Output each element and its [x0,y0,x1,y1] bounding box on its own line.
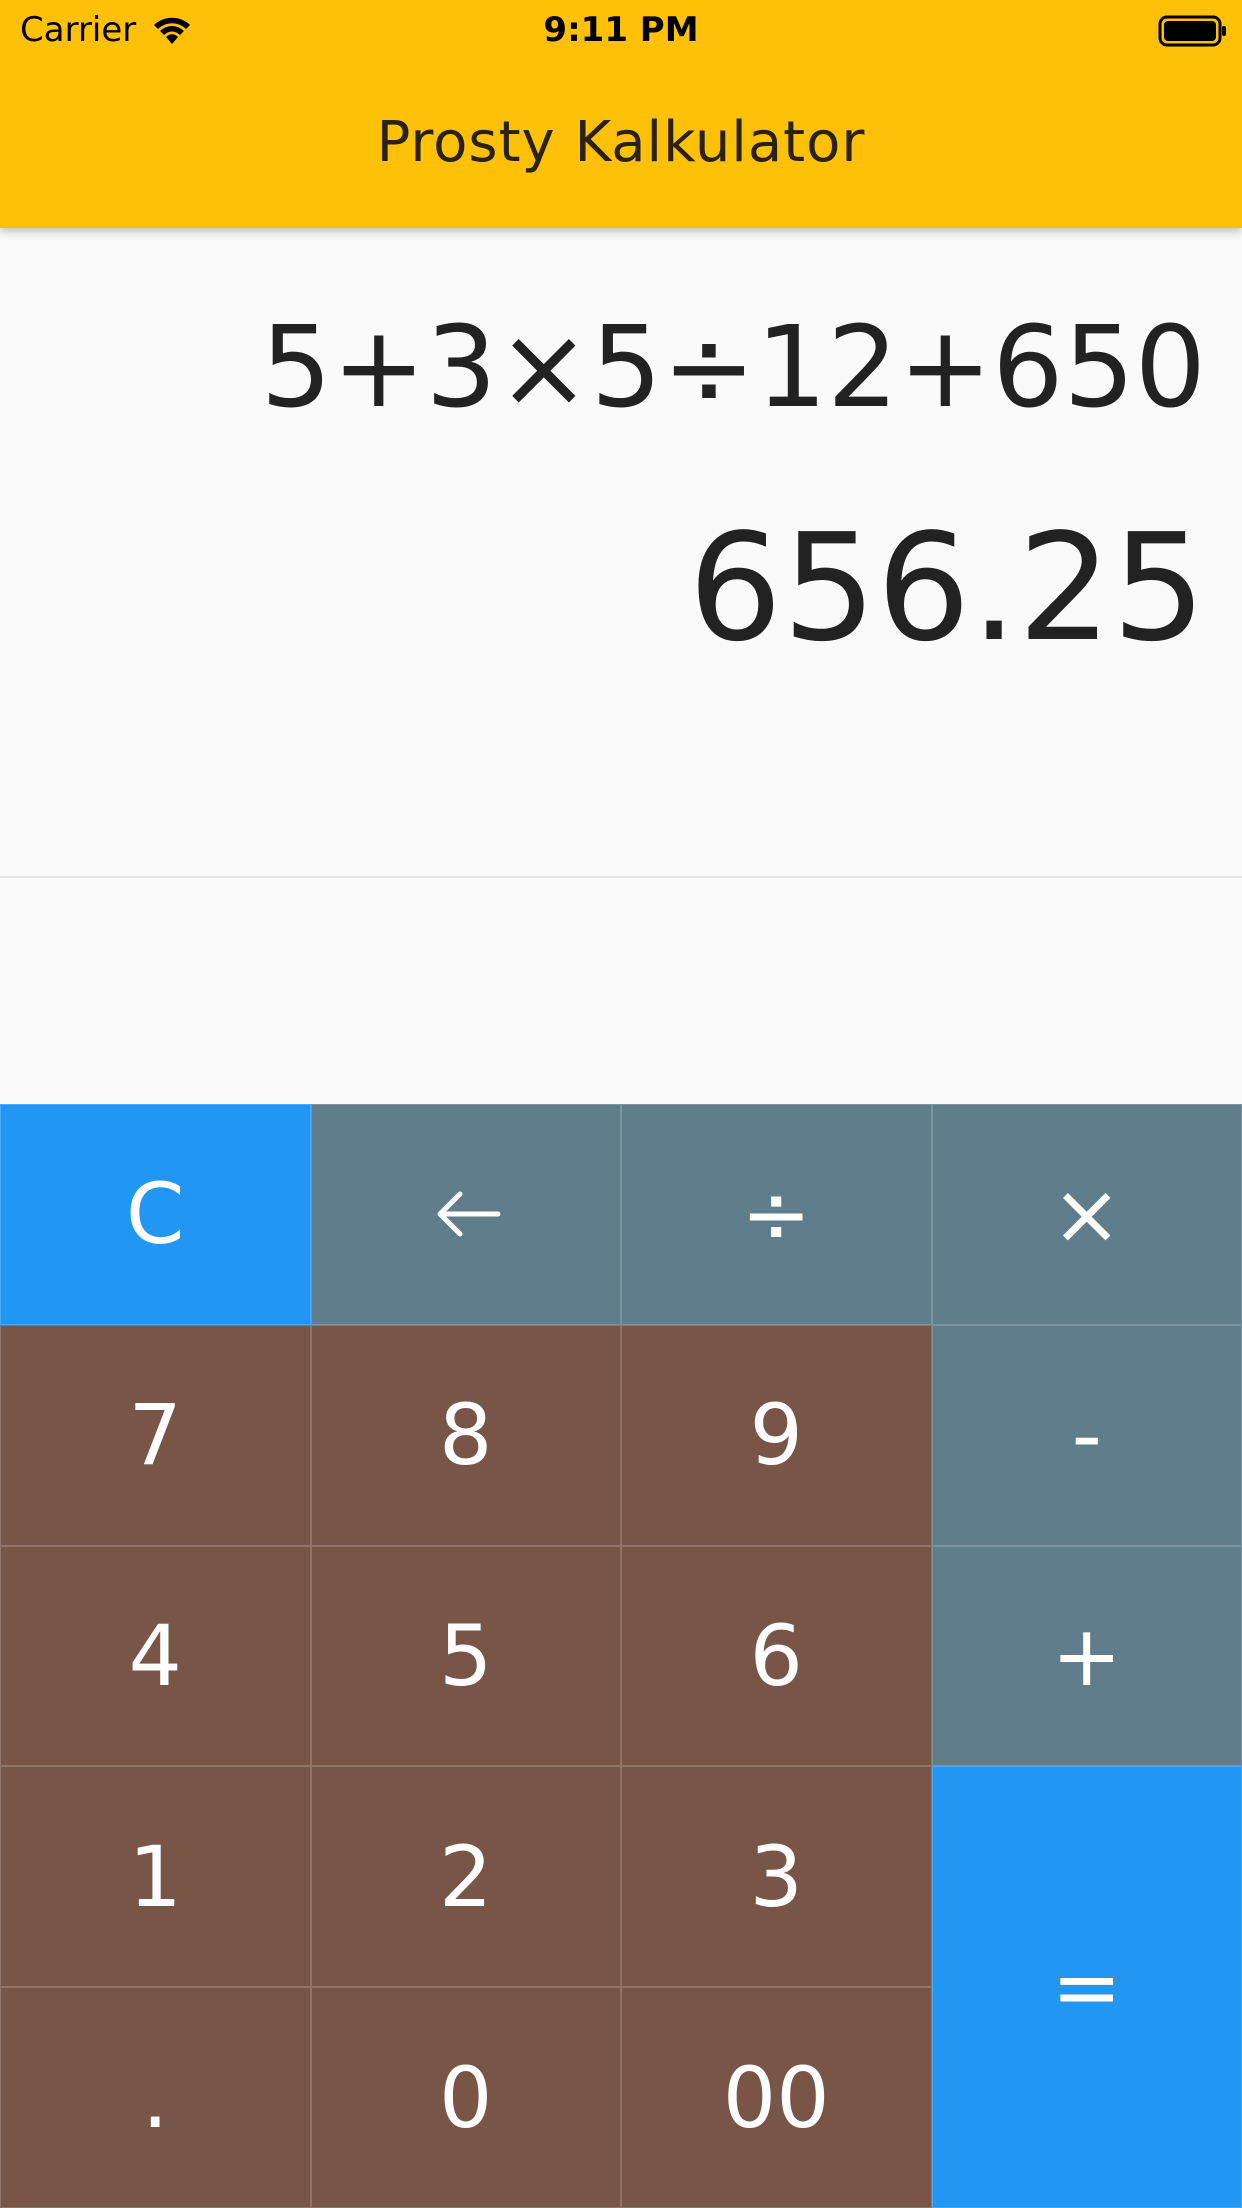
multiply-label: × [1051,1165,1122,1264]
decimal-button[interactable]: . [0,1987,311,2208]
digit-9-button[interactable]: 9 [621,1324,932,1546]
clear-button[interactable]: C [0,1104,311,1325]
digit-6-label: 6 [749,1606,803,1705]
digit-7-button[interactable]: 7 [0,1324,311,1546]
multiply-button[interactable]: × [931,1104,1242,1325]
double-zero-label: 00 [722,2048,830,2147]
divide-button[interactable]: ÷ [621,1104,932,1325]
divide-label: ÷ [741,1165,812,1264]
plus-button[interactable]: + [931,1545,1242,1767]
backspace-button[interactable] [310,1104,621,1325]
digit-4-label: 4 [128,1606,182,1705]
digit-6-button[interactable]: 6 [621,1545,932,1767]
digit-8-label: 8 [439,1386,493,1485]
digit-2-label: 2 [439,1827,493,1926]
display-spacer [0,878,1242,1104]
equals-button[interactable]: = [931,1766,1242,2208]
calculator-display: 5+3×5÷12+650 656.25 [0,228,1242,878]
digit-9-label: 9 [749,1386,803,1485]
battery-icon [1158,15,1226,47]
app-bar: Carrier 9:11 PM Prosty Kalkulator [0,0,1242,228]
minus-label: - [1071,1386,1102,1485]
digit-1-label: 1 [128,1827,182,1926]
minus-button[interactable]: - [931,1324,1242,1546]
app-title: Prosty Kalkulator [376,110,866,175]
decimal-label: . [141,2048,169,2147]
expression-text: 5+3×5÷12+650 [260,303,1206,433]
digit-2-button[interactable]: 2 [310,1766,621,1988]
digit-0-label: 0 [439,2048,493,2147]
plus-label: + [1051,1606,1122,1705]
result-text: 656.25 [688,502,1206,674]
arrow-left-icon [437,1191,501,1237]
digit-0-button[interactable]: 0 [310,1987,621,2208]
digit-5-button[interactable]: 5 [310,1545,621,1767]
digit-5-label: 5 [439,1606,493,1705]
status-time: 9:11 PM [543,10,699,50]
digit-1-button[interactable]: 1 [0,1766,311,1988]
digit-7-label: 7 [128,1386,182,1485]
digit-8-button[interactable]: 8 [310,1324,621,1546]
digit-3-button[interactable]: 3 [621,1766,932,1988]
keypad: C ÷ × 7 8 9 - 4 5 6 + 1 2 3 = . 0 00 [0,1104,1242,2208]
equals-label: = [1051,1938,1122,2037]
double-zero-button[interactable]: 00 [621,1987,932,2208]
clear-label: C [125,1165,185,1264]
status-bar: Carrier 9:11 PM [0,0,1242,62]
digit-4-button[interactable]: 4 [0,1545,311,1767]
digit-3-label: 3 [749,1827,803,1926]
